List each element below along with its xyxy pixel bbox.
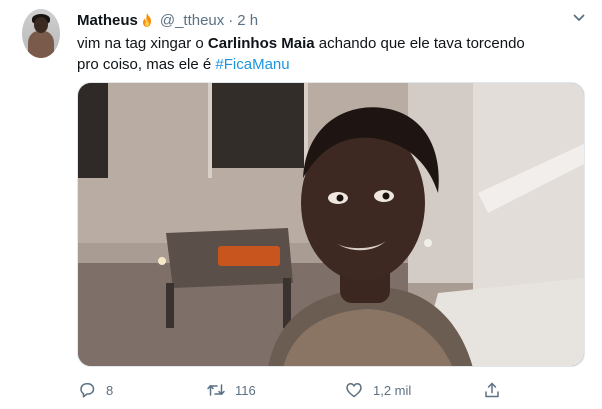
like-count: 1,2 mil: [373, 382, 412, 398]
fire-icon: [139, 12, 155, 28]
tweet-menu-button[interactable]: [568, 9, 590, 31]
tweet-text-part1: vim na tag xingar o: [77, 35, 208, 52]
mention-bold: Carlinhos Maia: [207, 35, 315, 52]
retweet-button[interactable]: 116: [206, 378, 256, 402]
hashtag-link[interactable]: #FicaManu: [215, 56, 289, 73]
like-button[interactable]: 1,2 mil: [344, 378, 411, 402]
tweet-timestamp[interactable]: 2 h: [237, 12, 258, 29]
reply-count: 8: [106, 382, 114, 398]
retweet-count: 116: [235, 382, 256, 398]
avatar-torso: [28, 31, 54, 58]
avatar-head: [34, 17, 48, 33]
heart-icon: [344, 380, 364, 400]
reply-icon: [77, 380, 97, 400]
tweet[interactable]: Matheus @_ttheux · 2 h vim na tag xingar…: [0, 0, 602, 409]
retweet-icon: [206, 380, 226, 400]
author-handle[interactable]: @_ttheux: [160, 12, 224, 29]
tweet-media-photo[interactable]: [77, 82, 585, 367]
share-button[interactable]: [482, 378, 502, 402]
avatar[interactable]: [22, 9, 60, 58]
tweet-actions: 8 116 1,2 mil: [77, 378, 557, 402]
share-icon: [482, 380, 502, 400]
tweet-header: Matheus @_ttheux · 2 h: [77, 10, 258, 30]
display-name[interactable]: Matheus: [77, 12, 138, 29]
reply-button[interactable]: 8: [77, 378, 113, 402]
header-separator: ·: [228, 11, 234, 29]
chevron-down-icon: [572, 11, 586, 30]
tweet-text: vim na tag xingar o Carlinhos Maia achan…: [77, 33, 547, 75]
